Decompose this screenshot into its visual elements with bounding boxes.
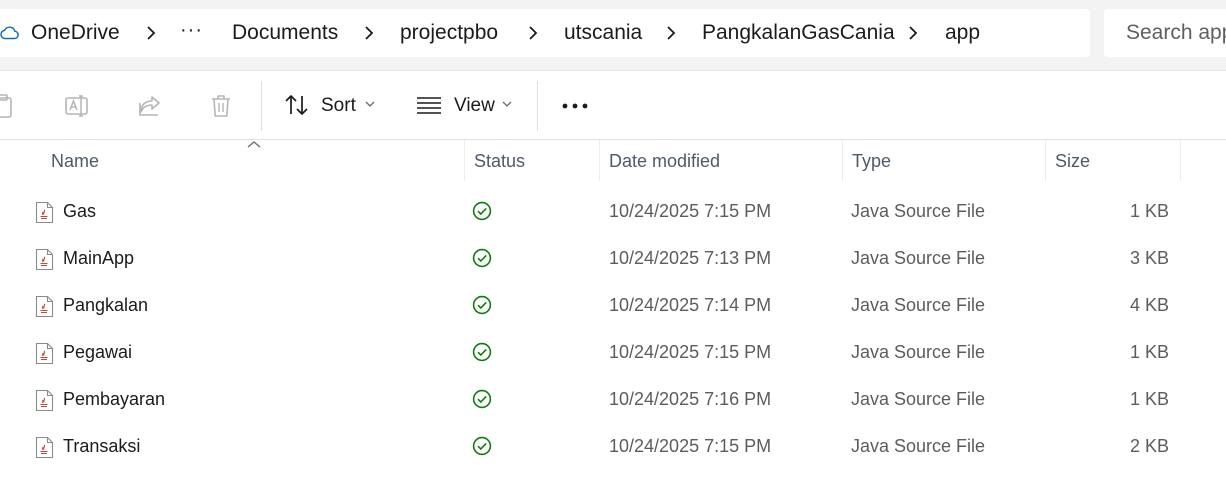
synced-check-icon	[472, 295, 492, 315]
synced-check-icon	[472, 389, 492, 409]
chevron-right-icon[interactable]	[906, 25, 920, 41]
file-type: Java Source File	[851, 342, 986, 362]
chevron-right-icon[interactable]	[144, 25, 158, 41]
file-size: 2 KB	[1129, 436, 1169, 456]
file-name[interactable]: Transaksi	[63, 436, 140, 457]
file-type: Java Source File	[851, 201, 986, 221]
file-name[interactable]: Pangkalan	[63, 295, 148, 316]
file-size: 1 KB	[1129, 201, 1169, 221]
file-name[interactable]: Pegawai	[63, 342, 132, 363]
file-type: Java Source File	[851, 436, 986, 456]
sort-button[interactable]: Sort	[284, 88, 384, 122]
java-file-icon	[35, 201, 54, 224]
file-row[interactable]: Pembayaran 10/24/2025 7:16 PM Java Source …	[0, 377, 1226, 424]
column-header-date-modified[interactable]: Date modified	[609, 151, 720, 172]
share-icon[interactable]	[137, 93, 163, 119]
file-date-modified: 10/24/2025 7:15 PM	[609, 436, 772, 456]
breadcrumb-app[interactable]: app	[945, 20, 980, 46]
column-divider[interactable]	[842, 140, 843, 181]
column-divider[interactable]	[1180, 140, 1181, 181]
column-header-name[interactable]: Name	[51, 151, 99, 172]
column-header-status[interactable]: Status	[474, 151, 525, 172]
file-date-modified: 10/24/2025 7:14 PM	[609, 295, 772, 315]
column-header-row: Name Status Date modified Type Size	[0, 140, 1226, 181]
column-divider[interactable]	[599, 140, 600, 181]
file-row[interactable]: MainApp 10/24/2025 7:13 PM Java Source Fil…	[0, 236, 1226, 283]
file-date-modified: 10/24/2025 7:15 PM	[609, 342, 772, 362]
file-type: Java Source File	[851, 389, 986, 409]
toolbar-divider	[537, 81, 538, 131]
breadcrumb[interactable]: OneDrive ··· Documents projectpbo utscan…	[0, 9, 1090, 57]
sort-label: Sort	[321, 95, 356, 116]
command-bar: Sort View	[0, 71, 1226, 140]
file-size: 1 KB	[1129, 389, 1169, 409]
file-row[interactable]: Pangkalan 10/24/2025 7:14 PM Java Source F…	[0, 283, 1226, 330]
paste-icon[interactable]	[0, 93, 16, 119]
file-date-modified: 10/24/2025 7:16 PM	[609, 389, 772, 409]
chevron-right-icon[interactable]	[362, 25, 376, 41]
column-header-type[interactable]: Type	[852, 151, 891, 172]
chevron-right-icon[interactable]	[526, 25, 540, 41]
view-button[interactable]: View	[416, 88, 526, 122]
sort-icon	[285, 95, 308, 115]
file-size: 1 KB	[1129, 342, 1169, 362]
synced-check-icon	[472, 248, 492, 268]
rename-icon[interactable]	[64, 93, 90, 119]
onedrive-cloud-icon	[0, 26, 19, 40]
view-label: View	[454, 95, 495, 116]
breadcrumb-utscania[interactable]: utscania	[564, 20, 642, 46]
file-date-modified: 10/24/2025 7:13 PM	[609, 248, 772, 268]
file-row[interactable]: Pegawai 10/24/2025 7:15 PM Java Source Fil…	[0, 330, 1226, 377]
breadcrumb-documents[interactable]: Documents	[232, 20, 338, 46]
java-file-icon	[35, 436, 54, 459]
file-row[interactable]: Transaksi 10/24/2025 7:15 PM Java Source F…	[0, 424, 1226, 471]
sort-ascending-icon	[247, 141, 261, 148]
search-placeholder[interactable]: Search app	[1126, 21, 1226, 45]
file-name[interactable]: MainApp	[63, 248, 134, 269]
breadcrumb-projectpbo[interactable]: projectpbo	[400, 20, 498, 46]
more-icon[interactable]	[560, 89, 592, 123]
file-row[interactable]: Gas 10/24/2025 7:15 PM Java Source File 1 K…	[0, 189, 1226, 236]
chevron-right-icon[interactable]	[664, 25, 678, 41]
column-header-size[interactable]: Size	[1055, 151, 1090, 172]
file-type: Java Source File	[851, 295, 986, 315]
column-divider[interactable]	[1045, 140, 1046, 181]
file-type: Java Source File	[851, 248, 986, 268]
column-divider[interactable]	[464, 140, 465, 181]
synced-check-icon	[472, 436, 492, 456]
file-size: 3 KB	[1129, 248, 1169, 268]
file-size: 4 KB	[1129, 295, 1169, 315]
synced-check-icon	[472, 201, 492, 221]
toolbar-divider	[261, 81, 262, 131]
file-name[interactable]: Pembayaran	[63, 389, 165, 410]
file-name[interactable]: Gas	[63, 201, 96, 222]
breadcrumb-pangkalangascania[interactable]: PangkalanGasCania	[702, 20, 895, 46]
java-file-icon	[35, 389, 54, 412]
file-date-modified: 10/24/2025 7:15 PM	[609, 201, 772, 221]
synced-check-icon	[472, 342, 492, 362]
breadcrumb-onedrive[interactable]: OneDrive	[31, 20, 120, 46]
chevron-down-icon	[365, 101, 375, 107]
chevron-down-icon	[502, 101, 512, 107]
java-file-icon	[35, 248, 54, 271]
delete-icon[interactable]	[208, 93, 234, 119]
breadcrumb-overflow[interactable]: ···	[180, 20, 203, 40]
view-icon	[417, 97, 441, 114]
search-box[interactable]: Search app	[1104, 9, 1226, 57]
java-file-icon	[35, 342, 54, 365]
address-bar: OneDrive ··· Documents projectpbo utscan…	[0, 0, 1226, 71]
java-file-icon	[35, 295, 54, 318]
